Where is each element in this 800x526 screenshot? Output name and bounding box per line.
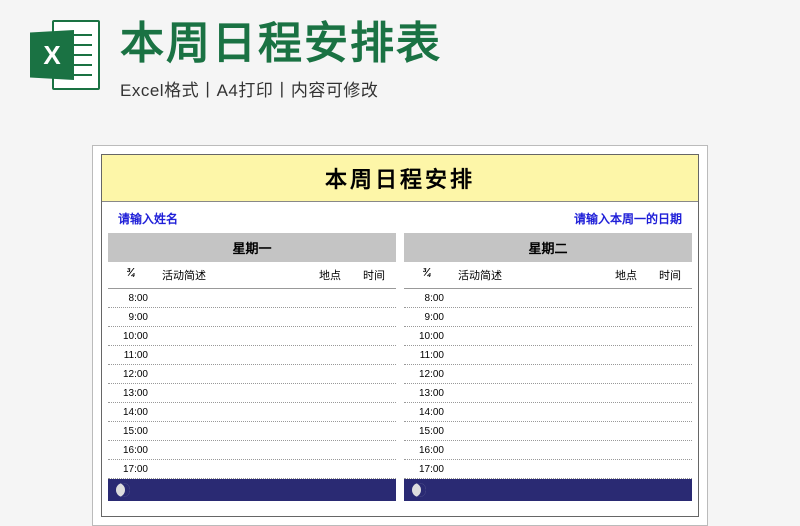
- time-row[interactable]: 9:00: [108, 308, 396, 327]
- col-activity: 活动简述: [154, 267, 308, 283]
- time-label: 15:00: [108, 426, 154, 437]
- time-label: 17:00: [404, 464, 450, 475]
- time-row[interactable]: 11:00: [108, 346, 396, 365]
- page-title: 本周日程安排表: [120, 20, 770, 68]
- time-rows-monday: 8:00 9:00 10:00 11:00 12:00 13:00 14:00 15:00 16…: [108, 289, 396, 479]
- time-label: 14:00: [108, 407, 154, 418]
- night-bar: [404, 479, 692, 501]
- excel-icon-letter: X: [30, 30, 74, 80]
- time-label: 11:00: [404, 350, 450, 361]
- document-preview: 本周日程安排 请输入姓名 请输入本周一的日期 星期一 ¾ 活动简述 地点 时间 …: [92, 145, 708, 526]
- time-rows-tuesday: 8:00 9:00 10:00 11:00 12:00 13:00 14:00 15:00 16…: [404, 289, 692, 479]
- time-row[interactable]: 9:00: [404, 308, 692, 327]
- time-label: 16:00: [404, 445, 450, 456]
- time-label: 9:00: [404, 312, 450, 323]
- time-row[interactable]: 16:00: [108, 441, 396, 460]
- time-label: 16:00: [108, 445, 154, 456]
- time-row[interactable]: 13:00: [404, 384, 692, 403]
- time-label: 17:00: [108, 464, 154, 475]
- day-header: 星期一: [108, 233, 396, 262]
- time-row[interactable]: 10:00: [404, 327, 692, 346]
- time-label: 10:00: [108, 331, 154, 342]
- time-label: 8:00: [404, 293, 450, 304]
- moon-icon: [116, 483, 130, 497]
- time-row[interactable]: 14:00: [108, 403, 396, 422]
- time-row[interactable]: 10:00: [108, 327, 396, 346]
- time-row[interactable]: 15:00: [108, 422, 396, 441]
- col-activity: 活动简述: [450, 267, 604, 283]
- night-bar: [108, 479, 396, 501]
- time-label: 11:00: [108, 350, 154, 361]
- moon-icon: [412, 483, 426, 497]
- time-row[interactable]: 8:00: [108, 289, 396, 308]
- time-row[interactable]: 15:00: [404, 422, 692, 441]
- col-time: 时间: [648, 267, 692, 283]
- sheet-title: 本周日程安排: [102, 155, 698, 202]
- time-label: 8:00: [108, 293, 154, 304]
- time-label: 15:00: [404, 426, 450, 437]
- time-row[interactable]: 12:00: [404, 365, 692, 384]
- name-input-placeholder[interactable]: 请输入姓名: [118, 210, 178, 227]
- time-row[interactable]: 11:00: [404, 346, 692, 365]
- time-row[interactable]: 16:00: [404, 441, 692, 460]
- col-date: ¾: [404, 267, 450, 283]
- day-column-tuesday: 星期二 ¾ 活动简述 地点 时间 8:00 9:00 10:00 11:00 12:00…: [404, 233, 692, 501]
- date-input-placeholder[interactable]: 请输入本周一的日期: [574, 210, 682, 227]
- col-place: 地点: [604, 267, 648, 283]
- excel-icon: X: [30, 20, 100, 90]
- time-row[interactable]: 17:00: [404, 460, 692, 479]
- time-row[interactable]: 8:00: [404, 289, 692, 308]
- time-row[interactable]: 14:00: [404, 403, 692, 422]
- time-label: 12:00: [108, 369, 154, 380]
- page-subtitle: Excel格式丨A4打印丨内容可修改: [120, 76, 770, 101]
- time-row[interactable]: 13:00: [108, 384, 396, 403]
- col-date: ¾: [108, 267, 154, 283]
- time-row[interactable]: 17:00: [108, 460, 396, 479]
- col-place: 地点: [308, 267, 352, 283]
- time-row[interactable]: 12:00: [108, 365, 396, 384]
- day-header: 星期二: [404, 233, 692, 262]
- col-time: 时间: [352, 267, 396, 283]
- day-column-monday: 星期一 ¾ 活动简述 地点 时间 8:00 9:00 10:00 11:00 12:00…: [108, 233, 396, 501]
- time-label: 10:00: [404, 331, 450, 342]
- time-label: 13:00: [404, 388, 450, 399]
- time-label: 9:00: [108, 312, 154, 323]
- time-label: 12:00: [404, 369, 450, 380]
- time-label: 14:00: [404, 407, 450, 418]
- time-label: 13:00: [108, 388, 154, 399]
